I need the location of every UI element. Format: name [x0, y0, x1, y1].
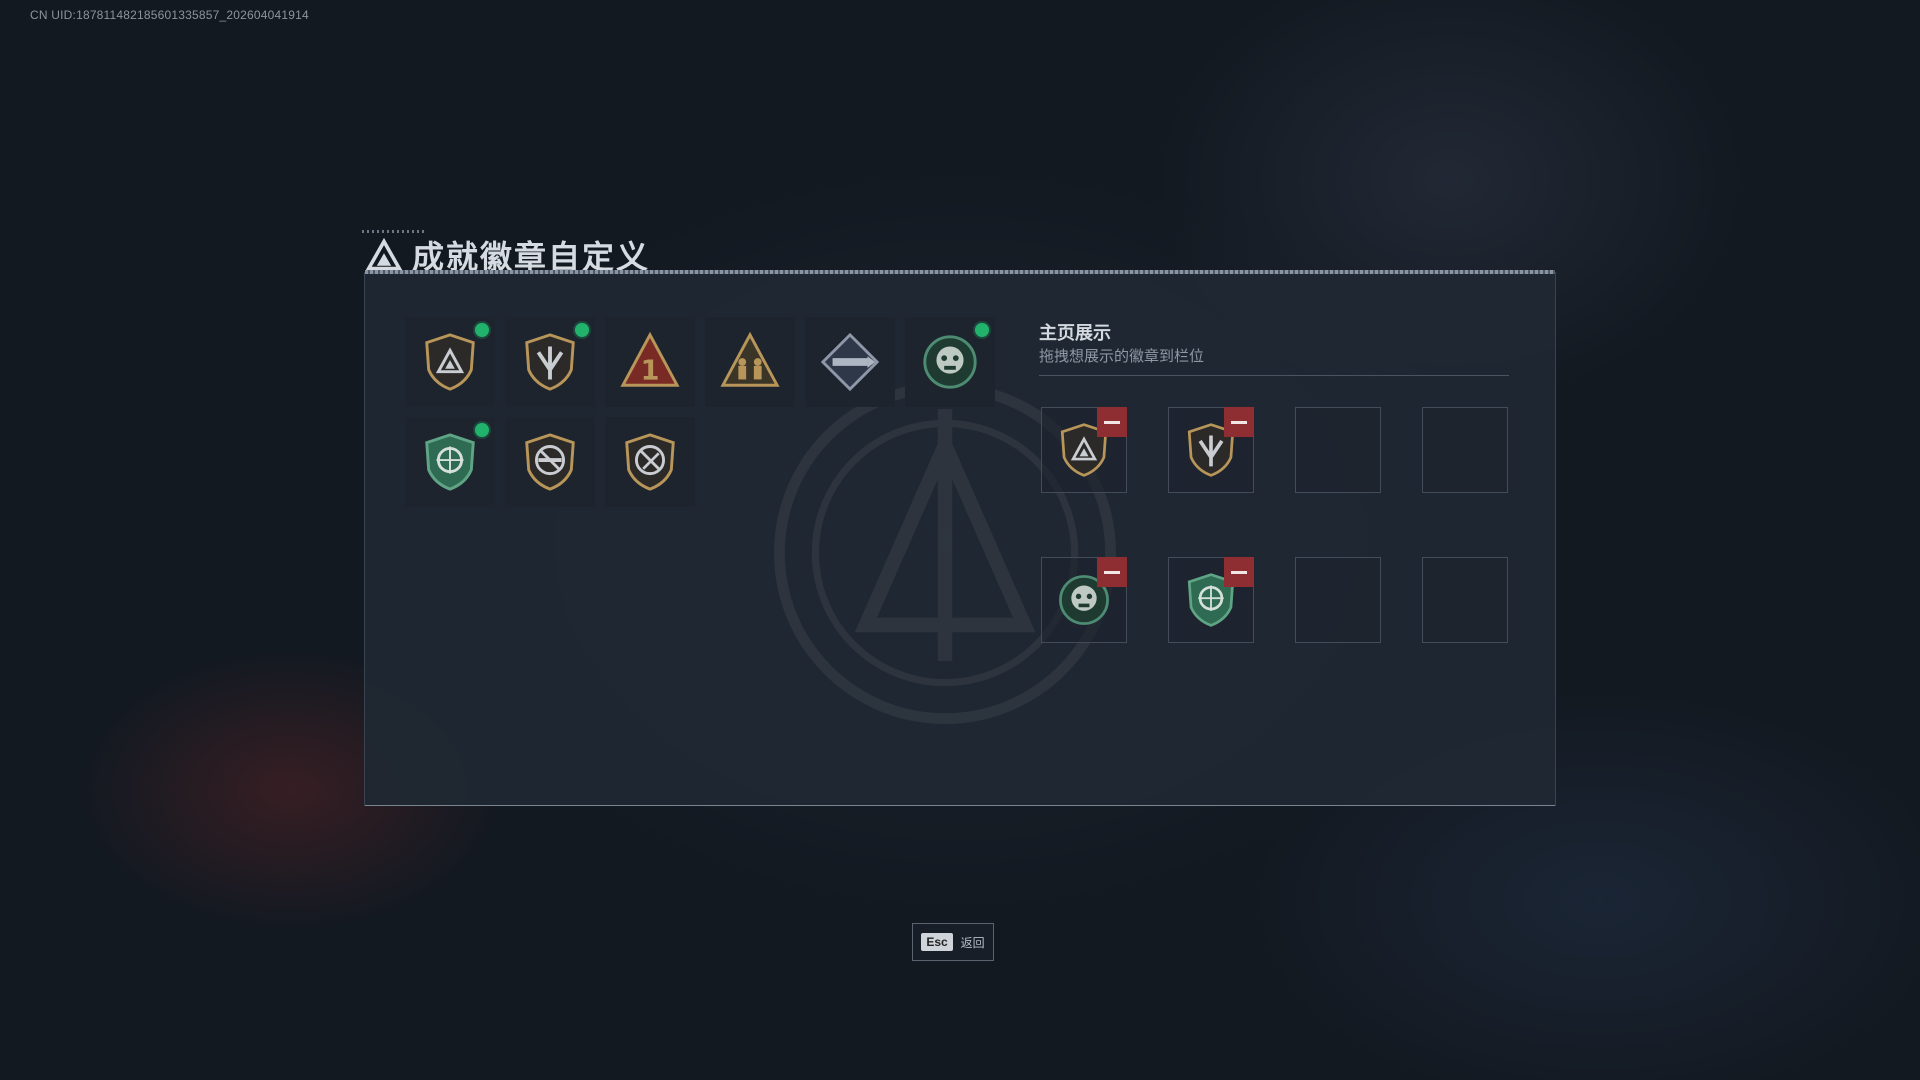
selected-indicator: [475, 423, 489, 437]
back-label: 返回: [960, 935, 985, 950]
selected-indicator: [575, 323, 589, 337]
showcase-slot-empty[interactable]: [1422, 557, 1508, 643]
shield-no-knife-icon: [625, 433, 675, 491]
minus-icon: [1104, 570, 1120, 574]
badge-cell[interactable]: [405, 317, 495, 407]
showcase-slot-empty[interactable]: [1295, 557, 1381, 643]
green-beast-icon: [923, 335, 977, 389]
badge-cell[interactable]: 1: [605, 317, 695, 407]
badge-cell[interactable]: [505, 417, 595, 507]
diamond-rocket-icon: [820, 332, 880, 392]
badge-cell[interactable]: [505, 317, 595, 407]
selected-indicator: [475, 323, 489, 337]
green-shield-crosshair-icon: [425, 433, 475, 491]
triangle-one-icon: 1: [620, 331, 680, 387]
shield-triangle-icon: [425, 333, 475, 391]
panel-top-border: [365, 270, 1555, 274]
badge-cell[interactable]: [405, 417, 495, 507]
showcase-slots: [1041, 407, 1508, 643]
delta-logo-icon: [366, 237, 402, 271]
selected-indicator: [975, 323, 989, 337]
showcase-slot[interactable]: [1168, 557, 1254, 643]
minus-icon: [1231, 570, 1247, 574]
showcase-slot[interactable]: [1168, 407, 1254, 493]
back-button[interactable]: Esc 返回: [912, 923, 994, 961]
badge-panel: 1 主页展示 拖拽想展示的徽章到栏位: [364, 270, 1556, 806]
badge-grid: 1: [405, 317, 995, 507]
badge-cell[interactable]: [805, 317, 895, 407]
showcase-slot[interactable]: [1041, 557, 1127, 643]
remove-badge-button[interactable]: [1097, 557, 1127, 587]
remove-badge-button[interactable]: [1097, 407, 1127, 437]
panel-bottom-border: [365, 805, 1555, 806]
remove-badge-button[interactable]: [1224, 407, 1254, 437]
showcase-subtitle: 拖拽想展示的徽章到栏位: [1039, 348, 1205, 365]
showcase-divider: [1039, 375, 1509, 376]
badge-cell[interactable]: [705, 317, 795, 407]
badge-cell[interactable]: [605, 417, 695, 507]
triangle-soldiers-icon: [720, 331, 780, 387]
uid-label: CN UID:18781148218560133585​7_2026040419…: [30, 8, 309, 22]
svg-text:1: 1: [641, 355, 660, 386]
badge-cell[interactable]: [905, 317, 995, 407]
showcase-slot-empty[interactable]: [1422, 407, 1508, 493]
esc-key-hint: Esc: [921, 933, 953, 951]
remove-badge-button[interactable]: [1224, 557, 1254, 587]
minus-icon: [1231, 420, 1247, 424]
showcase-slot[interactable]: [1041, 407, 1127, 493]
shield-wings-icon: [525, 333, 575, 391]
minus-icon: [1104, 420, 1120, 424]
shield-no-rifle-icon: [525, 433, 575, 491]
showcase-slot-empty[interactable]: [1295, 407, 1381, 493]
showcase-title: 主页展示: [1039, 323, 1111, 343]
